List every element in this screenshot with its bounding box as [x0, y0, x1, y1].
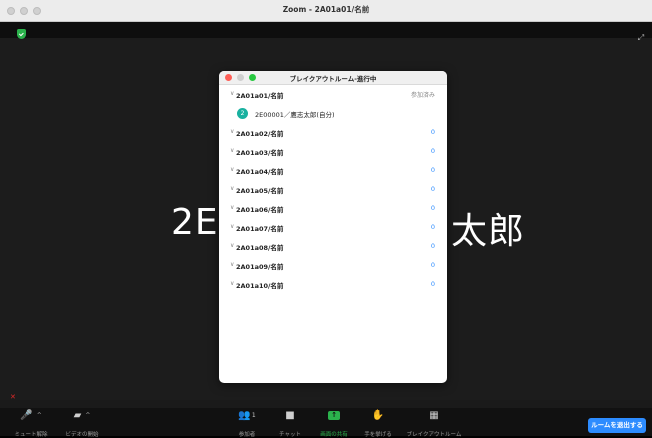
breakout-rooms-panel: ブレイクアウトルーム-進行中 ∨ 2A01a01/名前 参加済み 2 2E000…	[219, 71, 447, 383]
room-name: 2A01a01/名前	[236, 92, 284, 100]
start-video-label: ビデオの開始	[65, 432, 99, 438]
room-count: 0	[430, 242, 435, 250]
raise-hand-button[interactable]: ✋ 手を挙げる	[360, 408, 396, 438]
panel-title: ブレイクアウトルーム-進行中	[289, 75, 377, 83]
room-count: 0	[430, 128, 435, 136]
participants-label: 参加者	[238, 432, 256, 438]
chevron-down-icon[interactable]: ∨	[230, 242, 234, 249]
hand-icon: ✋	[371, 409, 385, 421]
leave-room-button[interactable]: ルームを退出する	[588, 418, 646, 433]
participants-button[interactable]: 👥 1 参加者	[232, 408, 262, 438]
room-row[interactable]: ∨ 2A01a08/名前 0	[219, 237, 447, 256]
participant-name-left: 2E	[171, 202, 219, 243]
room-name: 2A01a08/名前	[236, 244, 284, 252]
avatar: 2	[237, 108, 248, 119]
breakout-rooms-label: ブレイクアウトルーム	[406, 432, 462, 438]
room-name: 2A01a04/名前	[236, 168, 284, 176]
chat-label: チャット	[279, 432, 301, 438]
room-row[interactable]: ∨ 2A01a02/名前 0	[219, 123, 447, 142]
room-name: 2A01a05/名前	[236, 187, 284, 195]
chevron-down-icon[interactable]: ∨	[230, 166, 234, 173]
chevron-down-icon[interactable]: ∨	[230, 147, 234, 154]
video-off-icon: ▰	[73, 409, 82, 421]
room-row[interactable]: ∨ 2A01a09/名前 0	[219, 256, 447, 275]
unmute-button[interactable]: 🎤 ^ ミュート解除	[10, 408, 52, 438]
panel-header: ブレイクアウトルーム-進行中	[219, 71, 447, 85]
share-screen-icon: ↑	[328, 410, 340, 420]
room-count: 0	[430, 185, 435, 193]
chevron-down-icon[interactable]: ∨	[230, 204, 234, 211]
chevron-down-icon[interactable]: ∨	[230, 223, 234, 230]
shield-icon[interactable]	[17, 29, 26, 39]
zoom-window: Zoom - 2A01a01/名前 ⤢ 2E 太郎 ✕ ブレイクアウトルーム-進…	[0, 0, 652, 438]
meeting-top-strip	[0, 22, 652, 38]
share-screen-button[interactable]: ↑ 画面の共有	[316, 408, 352, 438]
room-name: 2A01a09/名前	[236, 263, 284, 271]
chevron-up-icon[interactable]: ^	[37, 412, 42, 419]
room-row[interactable]: ∨ 2A01a10/名前 0	[219, 275, 447, 294]
room-row[interactable]: ∨ 2A01a07/名前 0	[219, 218, 447, 237]
room-status: 参加済み	[410, 92, 435, 99]
room-count: 0	[430, 166, 435, 174]
mic-muted-icon: 🎤	[20, 409, 33, 421]
room-row[interactable]: ∨ 2A01a06/名前 0	[219, 199, 447, 218]
room-name: 2A01a03/名前	[236, 149, 284, 157]
room-count: 0	[430, 261, 435, 269]
room-name: 2A01a02/名前	[236, 130, 284, 138]
chevron-down-icon[interactable]: ∨	[230, 261, 234, 268]
share-screen-label: 画面の共有	[320, 432, 348, 438]
start-video-button[interactable]: ▰ ^ ビデオの開始	[60, 408, 104, 438]
breakout-rooms-button[interactable]: ▦ ブレイクアウトルーム	[404, 408, 464, 438]
window-title: Zoom - 2A01a01/名前	[282, 5, 370, 14]
participant-name-right: 太郎	[451, 211, 526, 252]
breakout-grid-icon: ▦	[429, 409, 439, 421]
room-row[interactable]: ∨ 2A01a05/名前 0	[219, 180, 447, 199]
chevron-down-icon[interactable]: ∨	[230, 128, 234, 135]
room-count: 0	[430, 223, 435, 231]
title-bar: Zoom - 2A01a01/名前	[0, 0, 652, 22]
member-name: 2E00001／鷹志太郎(自分)	[255, 111, 335, 119]
chevron-up-icon[interactable]: ^	[85, 412, 90, 419]
expand-icon[interactable]: ⤢	[636, 33, 646, 43]
participants-icon: 👥	[238, 409, 251, 421]
room-row[interactable]: ∨ 2A01a01/名前 参加済み	[219, 85, 447, 104]
raise-hand-label: 手を挙げる	[364, 432, 392, 438]
chevron-down-icon[interactable]: ∨	[230, 280, 234, 287]
chevron-down-icon[interactable]: ∨	[230, 90, 234, 97]
participants-count: 1	[251, 411, 256, 419]
room-count: 0	[430, 204, 435, 212]
room-member: 2 2E00001／鷹志太郎(自分)	[219, 104, 447, 123]
room-count: 0	[430, 280, 435, 288]
chat-icon: ■	[285, 409, 295, 421]
room-name: 2A01a07/名前	[236, 225, 284, 233]
room-name: 2A01a10/名前	[236, 282, 284, 290]
room-name: 2A01a06/名前	[236, 206, 284, 214]
chat-button[interactable]: ■ チャット	[274, 408, 306, 438]
room-row[interactable]: ∨ 2A01a03/名前 0	[219, 142, 447, 161]
unmute-label: ミュート解除	[14, 432, 48, 438]
mic-muted-icon: ✕	[10, 393, 16, 401]
chevron-down-icon[interactable]: ∨	[230, 185, 234, 192]
meeting-toolbar: 🎤 ^ ミュート解除 ▰ ^ ビデオの開始 👥 1 参加者 ■ チャット ↑ 画面の共…	[0, 408, 652, 438]
room-row[interactable]: ∨ 2A01a04/名前 0	[219, 161, 447, 180]
room-count: 0	[430, 147, 435, 155]
